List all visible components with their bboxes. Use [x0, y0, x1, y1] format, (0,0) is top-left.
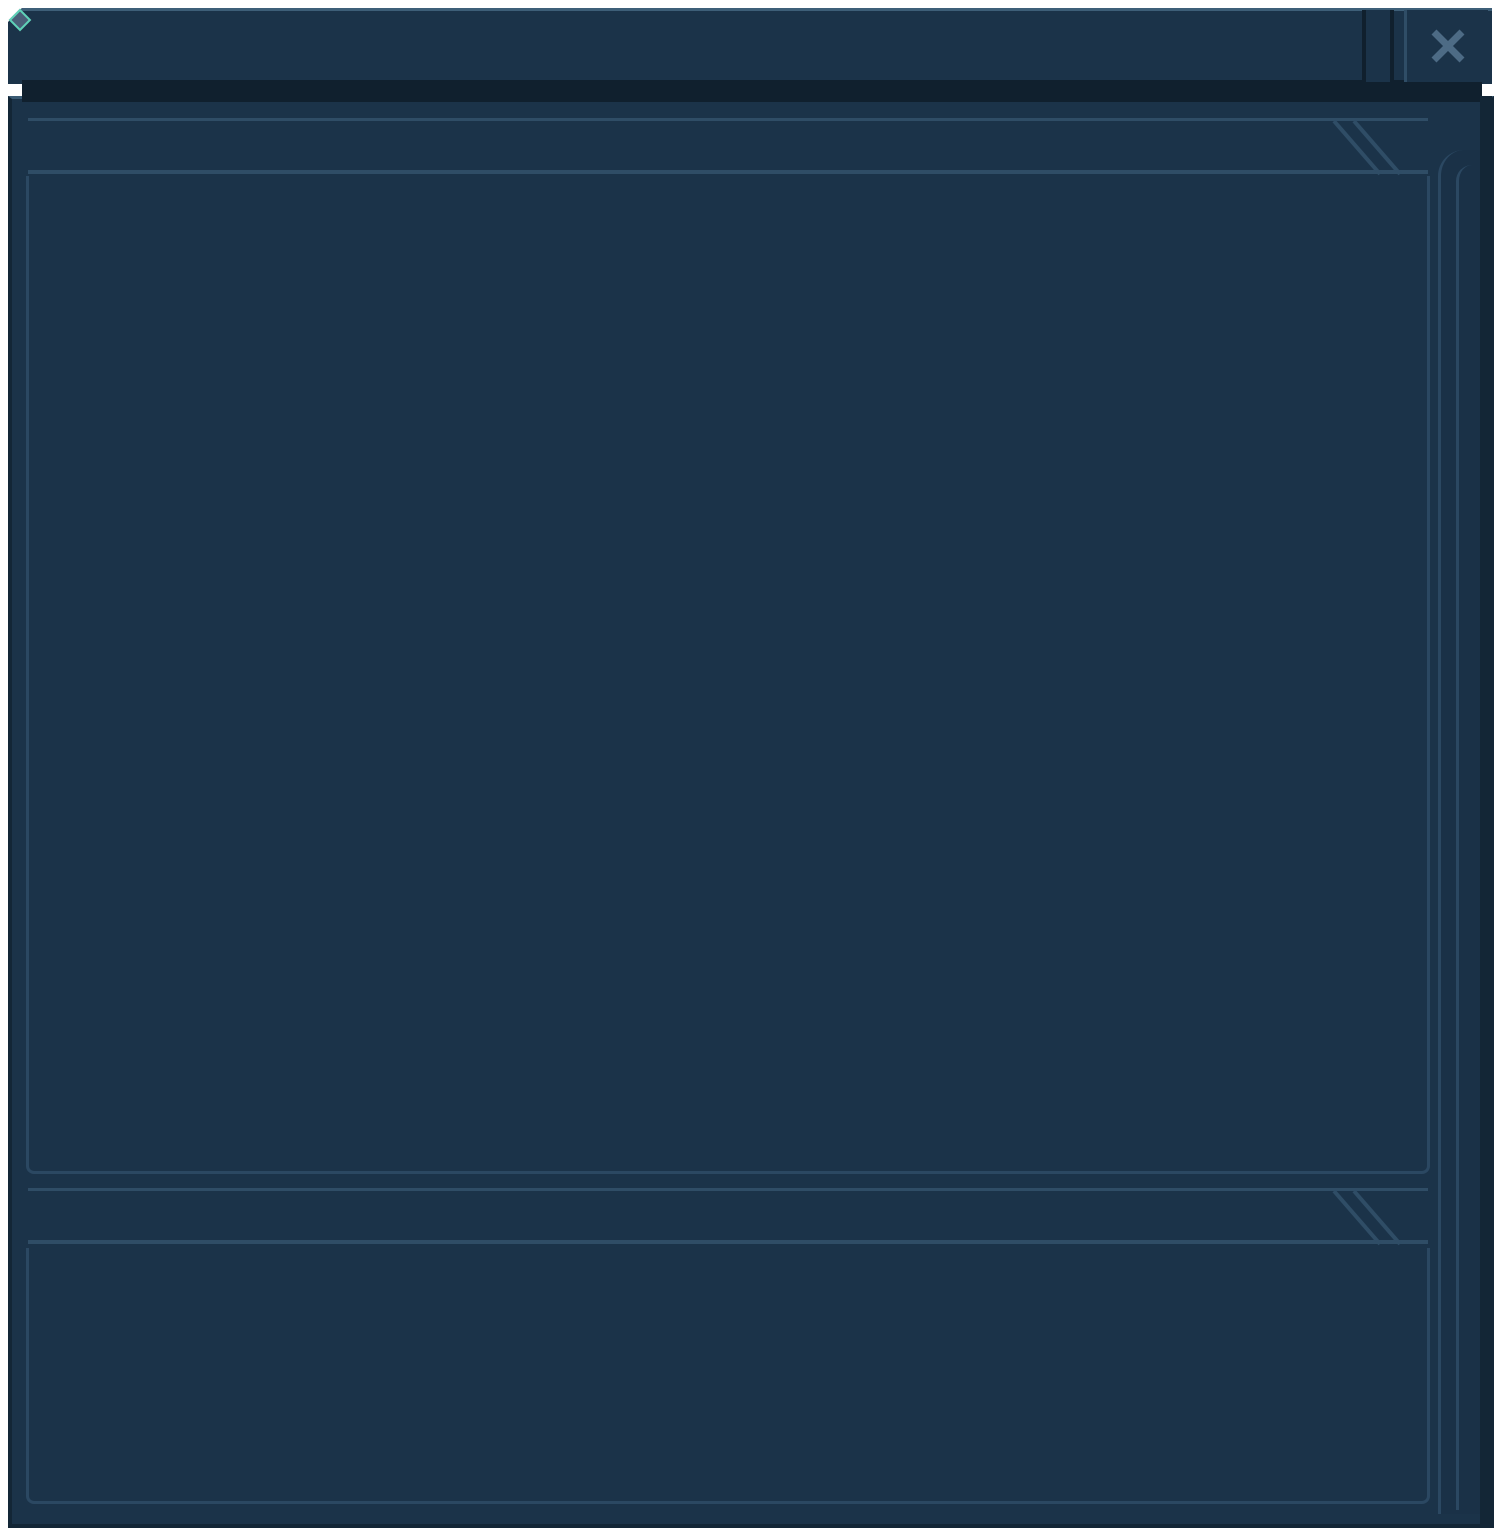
- side-rail-edge: [1480, 96, 1492, 1526]
- title-bar-divider: [1362, 10, 1394, 82]
- footer-strip-diagonal-icon: [1332, 1189, 1402, 1246]
- title-bar[interactable]: [8, 8, 1492, 84]
- close-button[interactable]: [1404, 10, 1488, 82]
- footer-strip: [28, 1188, 1428, 1244]
- header-strip: [28, 118, 1428, 174]
- main-content-panel: [26, 176, 1430, 1174]
- title-bar-shadow: [22, 80, 1482, 102]
- header-strip-diagonal-icon: [1332, 119, 1402, 176]
- close-x-icon: [1431, 29, 1464, 63]
- footer-panel: [26, 1248, 1430, 1504]
